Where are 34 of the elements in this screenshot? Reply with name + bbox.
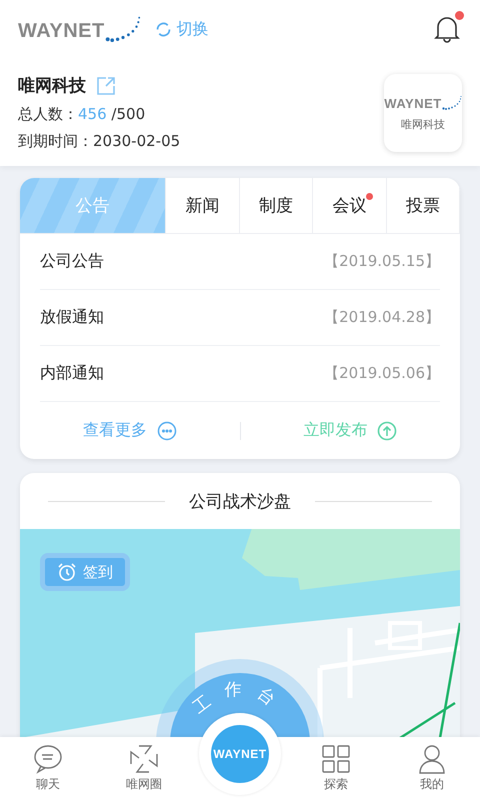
logo-text: WAYNET [18,20,105,44]
company-name: 唯网科技 [18,75,86,97]
sandbox-title: 公司战术沙盘 [189,490,291,512]
notice-title[interactable]: 公司公告 [40,251,104,272]
person-icon [417,744,447,774]
tab[interactable]: 新闻 [166,178,240,234]
notice-date: 【2019.05.06】 [324,364,440,383]
more-icon [156,420,177,440]
nav-tab[interactable]: 唯网圈 [96,744,192,793]
expiry-date: 2030-02-05 [93,132,180,150]
chat-bubble-icon [33,744,63,774]
tab[interactable]: 制度 [240,178,313,234]
notice-date: 【2019.05.15】 [324,252,440,271]
tab[interactable]: 投票 [386,178,460,234]
members-label: 总人数： [18,105,78,124]
members-count: 456 [78,105,107,123]
nav-tab[interactable]: 聊天 [0,744,96,793]
members-total: /500 [111,105,146,123]
bell-icon[interactable] [434,15,460,43]
nav-tab[interactable]: 探索 [288,744,384,793]
nav-tab[interactable]: 我的 [384,744,480,793]
shutter-icon [129,744,159,774]
upload-icon [377,420,398,440]
expiry-label: 到期时间： [18,132,93,151]
notice-title[interactable]: 放假通知 [40,307,104,328]
grid-icon [321,744,351,774]
tab[interactable]: 会议 [313,178,386,234]
alarm-clock-icon [57,562,77,582]
logo-swoosh-icon [104,14,141,44]
refresh-icon [154,20,172,38]
notice-date: 【2019.04.28】 [324,308,440,327]
logo-text: WAYNET [384,96,442,110]
logo-company-name: 唯网科技 [401,116,445,132]
notice-title[interactable]: 内部通知 [40,363,104,384]
